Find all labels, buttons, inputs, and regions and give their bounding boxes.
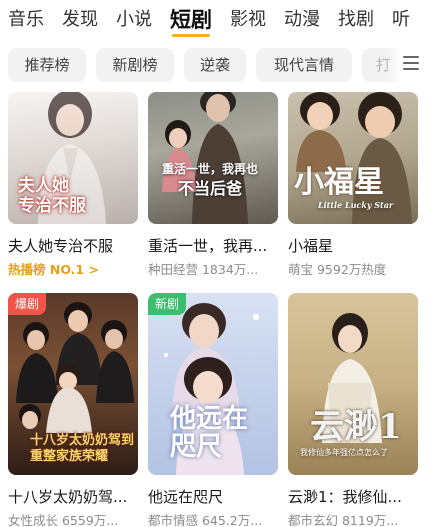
- cover-subtitle: 不当后爸: [178, 179, 243, 198]
- cover-subtitle: Little Lucky Star: [318, 200, 394, 210]
- cover-title: 他远在 咫尺: [170, 404, 249, 462]
- menu-list-icon[interactable]: [403, 56, 419, 72]
- drama-title: 重活一世，我再...: [148, 237, 268, 255]
- new-badge: 新剧: [148, 293, 187, 315]
- hot-badge: 爆剧: [8, 293, 47, 315]
- cover-title: 小福星: [294, 165, 384, 200]
- chip-modern-romance[interactable]: 现代言情: [256, 48, 352, 82]
- drama-card[interactable]: 小福星 Little Lucky Star 小福星 萌宝 9592万热度: [288, 92, 418, 278]
- chip-new-drama-rank[interactable]: 新剧榜: [96, 48, 174, 82]
- drama-rank[interactable]: 热播榜 NO.1 >: [8, 262, 138, 278]
- drama-title: 小福星: [288, 237, 334, 255]
- sub-category-tabs: 推荐榜 新剧榜 逆袭 现代言情 打: [0, 48, 433, 82]
- cover-title: 十八岁太奶奶驾到 重整家族荣耀: [30, 433, 135, 464]
- drama-card[interactable]: 夫人她 专治不服 夫人她专治不服 热播榜 NO.1 >: [8, 92, 138, 278]
- cover-title: 夫人她 专治不服: [18, 176, 86, 216]
- drama-cover[interactable]: 云渺1 我修仙多年强亿点怎么了: [288, 293, 418, 475]
- tab-novel[interactable]: 小说: [116, 2, 152, 38]
- drama-meta: 都市情感 645.2万...: [148, 513, 263, 527]
- drama-title: 云渺1：我修仙...: [288, 488, 402, 506]
- drama-cover[interactable]: 小福星 Little Lucky Star: [288, 92, 418, 224]
- cover-art: [162, 92, 248, 224]
- drama-title: 他远在咫尺: [148, 488, 224, 506]
- tab-film-tv[interactable]: 影视: [230, 2, 266, 38]
- chip-comeback[interactable]: 逆袭: [184, 48, 246, 82]
- cover-title: 重活一世，我再也: [162, 162, 259, 176]
- cover-title: 云渺1: [310, 407, 402, 447]
- drama-title: 夫人她专治不服: [8, 237, 114, 255]
- chip-recommend-rank[interactable]: 推荐榜: [8, 48, 86, 82]
- tab-music[interactable]: 音乐: [8, 2, 44, 38]
- drama-card[interactable]: 重活一世，我再也 不当后爸 重活一世，我再... 种田经营 1834万...: [148, 92, 278, 278]
- drama-card[interactable]: 他远在 咫尺 新剧 他远在咫尺 都市情感 645.2万...: [148, 293, 278, 527]
- drama-cover[interactable]: 他远在 咫尺 新剧: [148, 293, 278, 475]
- tab-anime[interactable]: 动漫: [284, 2, 320, 38]
- drama-title: 十八岁太奶奶驾...: [8, 488, 128, 506]
- drama-card[interactable]: 云渺1 我修仙多年强亿点怎么了 云渺1：我修仙... 都市玄幻 8119万...: [288, 293, 418, 527]
- tab-listen[interactable]: 听: [392, 2, 410, 38]
- tab-discover[interactable]: 发现: [62, 2, 98, 38]
- cover-subtitle: 我修仙多年强亿点怎么了: [300, 448, 388, 457]
- drama-meta: 都市玄幻 8119万...: [288, 513, 399, 527]
- drama-cover[interactable]: 夫人她 专治不服: [8, 92, 138, 224]
- drama-meta: 种田经营 1834万...: [148, 262, 259, 277]
- drama-cover[interactable]: 十八岁太奶奶驾到 重整家族荣耀 爆剧: [8, 293, 138, 475]
- drama-cover[interactable]: 重活一世，我再也 不当后爸: [148, 92, 278, 224]
- drama-meta: 萌宝 9592万热度: [288, 262, 387, 277]
- category-tabs: 音乐 发现 小说 短剧 影视 动漫 找剧 听: [0, 0, 433, 40]
- tab-find-drama[interactable]: 找剧: [338, 2, 374, 38]
- drama-meta: 女性成长 6559万...: [8, 513, 119, 527]
- tab-short-drama[interactable]: 短剧: [170, 2, 212, 38]
- drama-card[interactable]: 十八岁太奶奶驾到 重整家族荣耀 爆剧 十八岁太奶奶驾... 女性成长 6559万.…: [8, 293, 138, 527]
